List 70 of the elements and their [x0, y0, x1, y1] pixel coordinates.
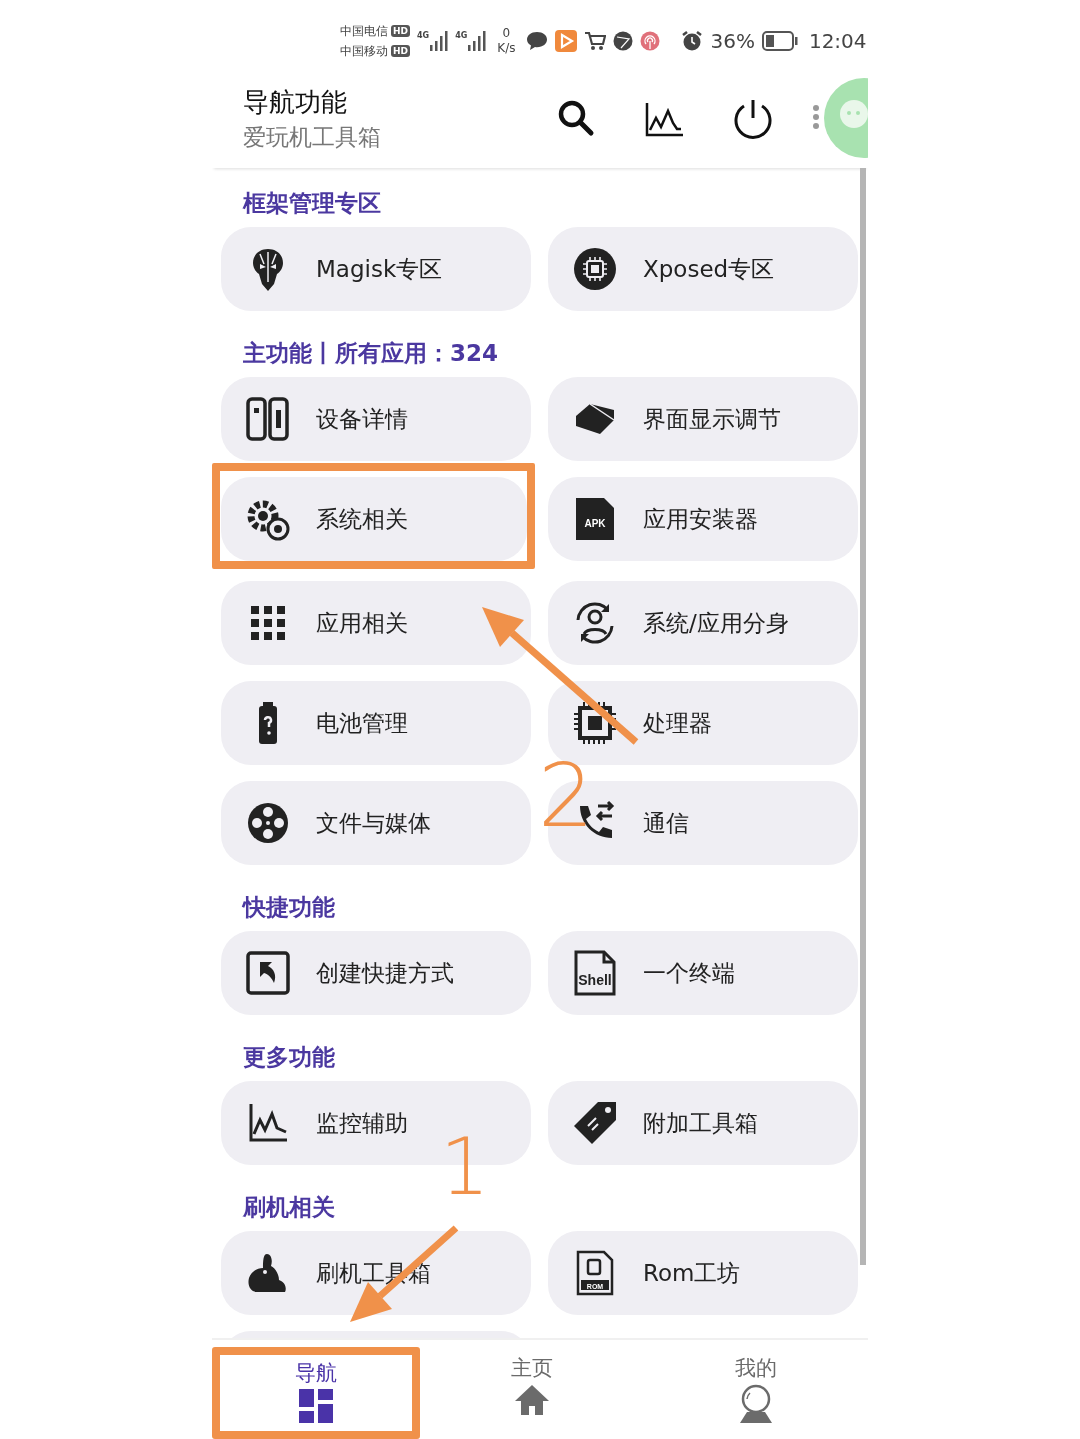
menu-label: Magisk专区	[316, 254, 443, 284]
menu-card[interactable]: 附加工具箱	[548, 1081, 858, 1165]
nav-tab[interactable]: 我的	[644, 1340, 868, 1439]
scrollbar[interactable]	[860, 168, 866, 1265]
section-heading: 快捷功能	[243, 893, 336, 922]
menu-card[interactable]: 系统相关	[221, 477, 527, 561]
hd-badge: HD	[391, 25, 410, 37]
menu-card[interactable]: 电池管理	[221, 681, 531, 765]
menu-label: 应用安装器	[643, 504, 758, 534]
crystal-ball-icon	[739, 1384, 773, 1424]
network-type: 4G	[455, 31, 468, 40]
net-speed-unit: K/s	[497, 41, 516, 56]
globe-icon	[613, 31, 634, 51]
menu-label: 应用相关	[316, 608, 408, 638]
section-heading: 主功能丨所有应用：324	[243, 339, 499, 368]
section-heading: 框架管理专区	[243, 189, 382, 218]
app-subtitle: 爱玩机工具箱	[243, 123, 382, 152]
menu-card[interactable]: 界面显示调节	[548, 377, 858, 461]
broadcast-icon	[640, 31, 661, 51]
menu-card[interactable]: 文件与媒体	[221, 781, 531, 865]
battery-icon	[761, 31, 798, 51]
menu-label: Rom工坊	[643, 1258, 741, 1288]
menu-label: 附加工具箱	[643, 1108, 758, 1138]
battery-percent: 36%	[710, 29, 755, 53]
processor-icon	[572, 700, 618, 746]
chip-icon	[572, 246, 618, 292]
device-icon	[245, 396, 291, 442]
carrier-name: 中国移动	[340, 43, 388, 60]
menu-card[interactable]: Xposed专区	[548, 227, 858, 311]
menu-card[interactable]: 创建快捷方式	[221, 931, 531, 1015]
film-reel-icon	[245, 800, 291, 846]
clock: 12:04	[808, 29, 867, 53]
section-heading: 更多功能	[243, 1043, 336, 1072]
menu-label: 文件与媒体	[316, 808, 431, 838]
menu-label: 设备详情	[316, 404, 408, 434]
menu-card[interactable]: Magisk专区	[221, 227, 531, 311]
menu-card[interactable]: Shell 一个终端	[548, 931, 858, 1015]
play-app-icon	[555, 30, 578, 52]
signal-icon	[430, 31, 449, 51]
cart-icon	[584, 31, 607, 51]
menu-card[interactable]: 设备详情	[221, 377, 531, 461]
menu-label: 创建快捷方式	[316, 958, 454, 988]
nav-tab[interactable]: 导航	[212, 1347, 420, 1439]
network-type: 4G	[417, 31, 430, 40]
home-icon	[514, 1384, 550, 1416]
shell-icon: Shell	[572, 950, 618, 996]
page-title: 导航功能	[243, 86, 348, 119]
alarm-icon	[681, 30, 704, 52]
carrier-name: 中国电信	[340, 23, 388, 40]
menu-label: 通信	[643, 808, 689, 838]
menu-card[interactable]: APK 应用安装器	[548, 477, 858, 561]
menu-label: 监控辅助	[316, 1108, 408, 1138]
net-speed: 0	[502, 26, 511, 41]
menu-label: 系统相关	[316, 504, 408, 534]
chat-bubble-icon	[526, 31, 549, 51]
menu-card[interactable]: 应用相关	[221, 581, 531, 665]
menu-label: 处理器	[643, 708, 712, 738]
dashboard-icon	[299, 1389, 333, 1423]
tag-icon	[572, 1100, 618, 1146]
nav-tab[interactable]: 主页	[420, 1340, 644, 1439]
menu-label: 界面显示调节	[643, 404, 781, 434]
hd-badge: HD	[391, 45, 410, 57]
section-heading: 刷机相关	[243, 1193, 336, 1222]
shortcut-icon	[245, 950, 291, 996]
menu-label: 一个终端	[643, 958, 735, 988]
signal-icon	[468, 31, 487, 51]
menu-label: 电池管理	[316, 708, 408, 738]
menu-label: Xposed专区	[643, 254, 775, 284]
menu-label: 系统/应用分身	[643, 608, 789, 638]
menu-card[interactable]: 系统/应用分身	[548, 581, 858, 665]
